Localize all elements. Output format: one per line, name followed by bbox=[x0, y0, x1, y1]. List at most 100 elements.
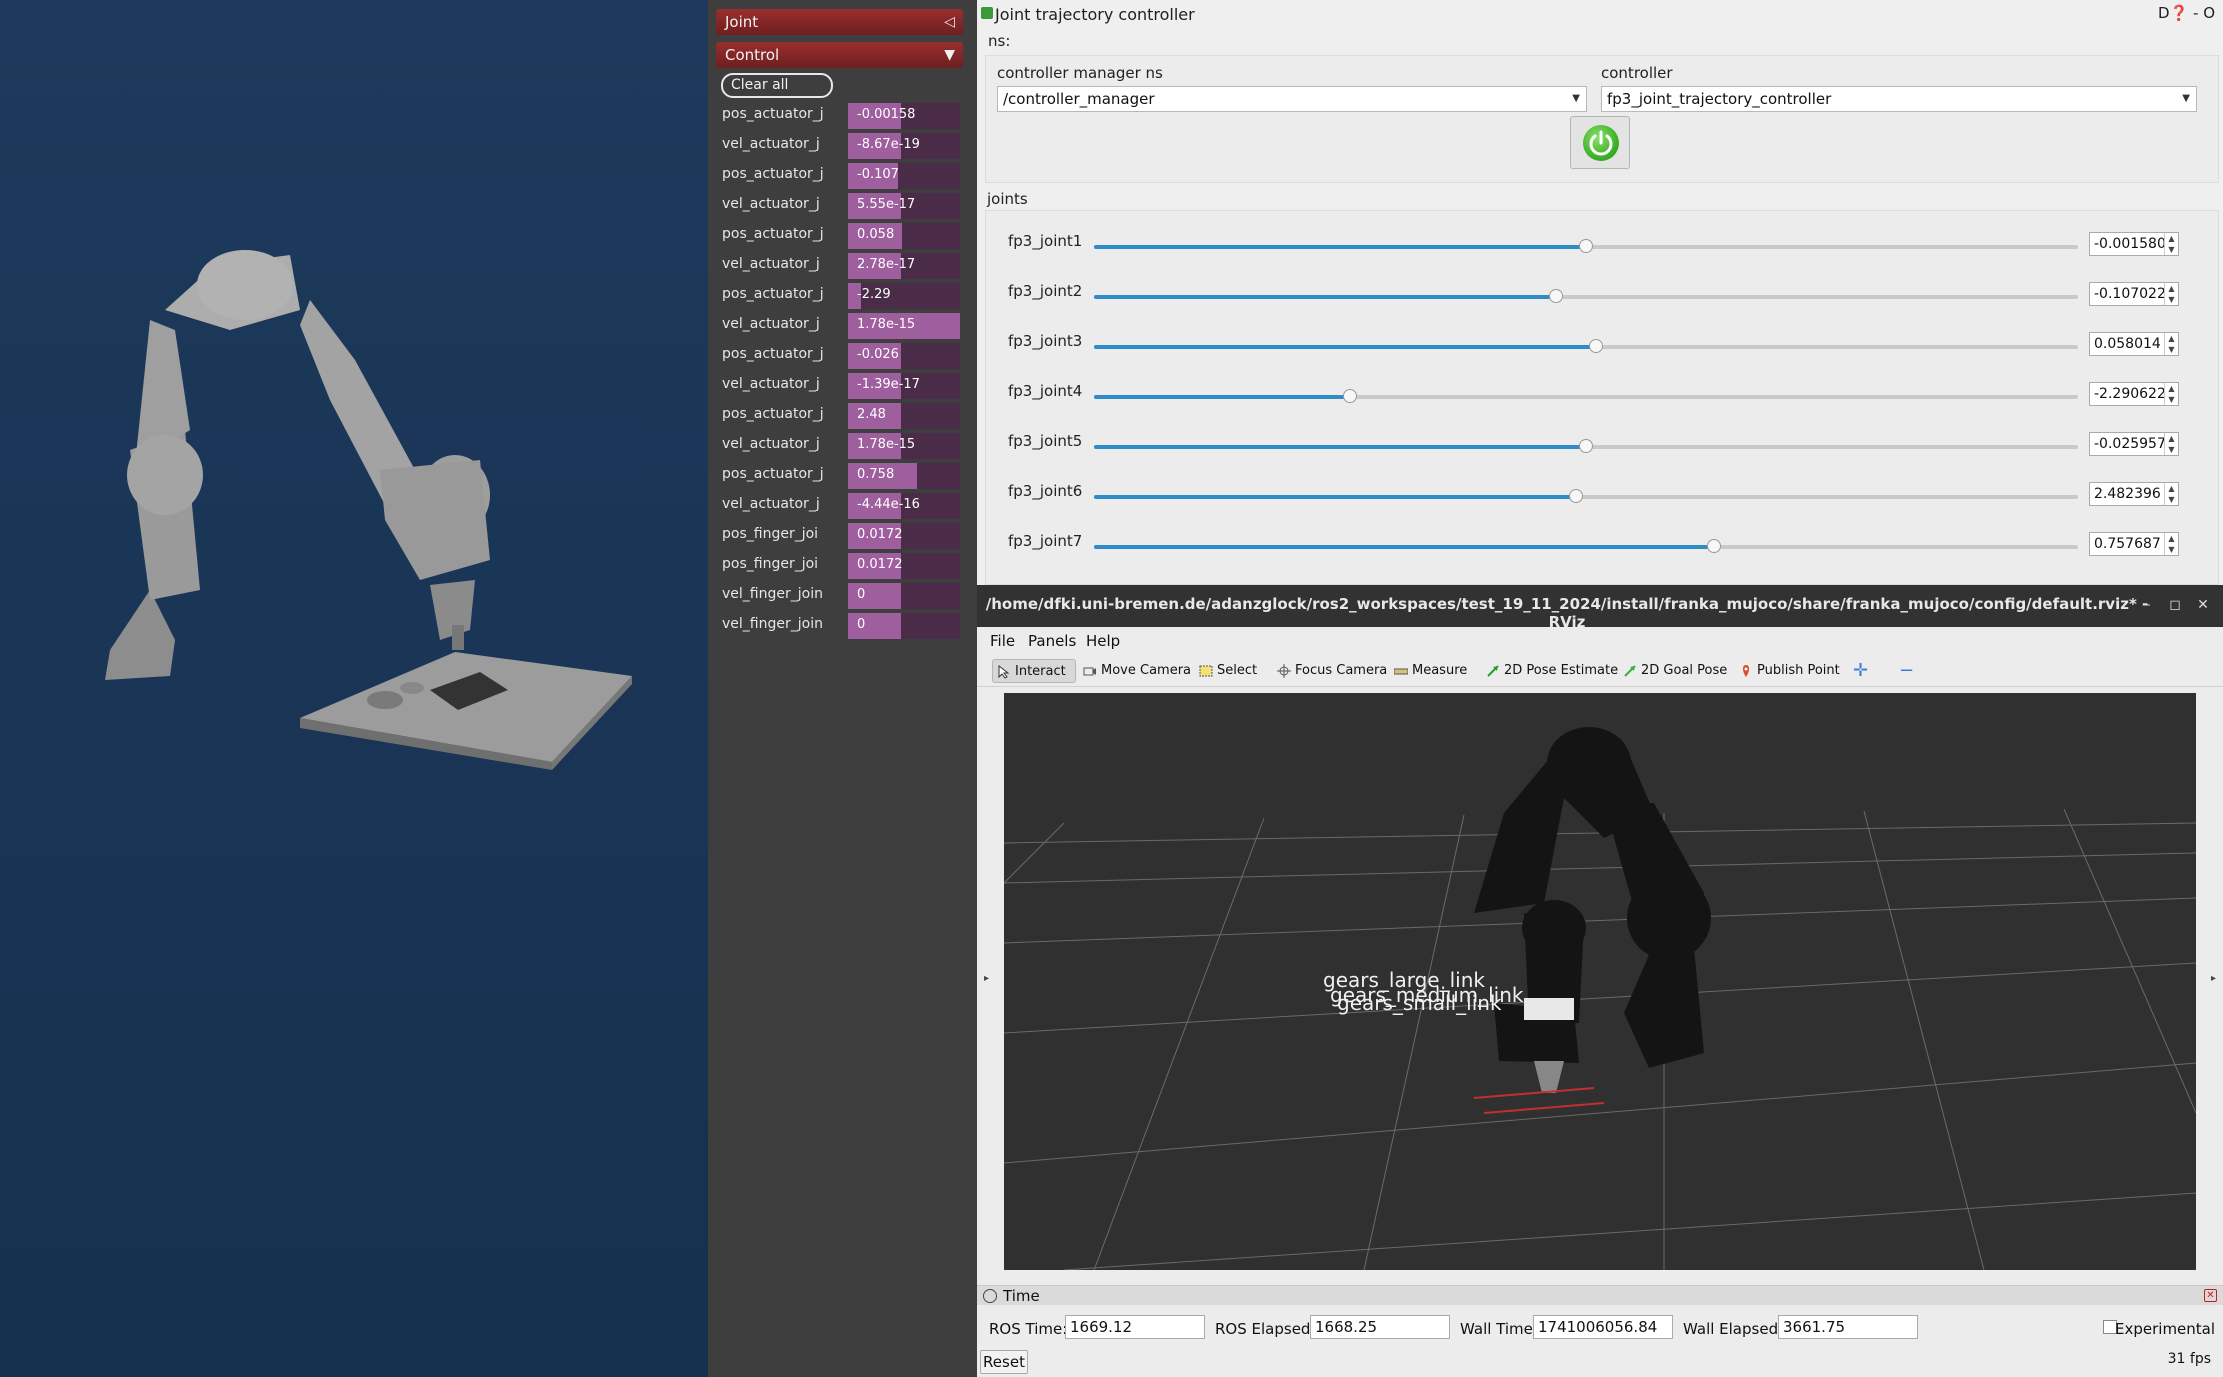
joint-slider-handle[interactable] bbox=[1579, 439, 1593, 453]
control-slider[interactable]: 0 bbox=[848, 613, 960, 639]
joint-slider-handle[interactable] bbox=[1549, 289, 1564, 303]
control-slider[interactable]: -0.00158 bbox=[848, 103, 960, 129]
ros-time-field[interactable]: 1669.12 bbox=[1065, 1315, 1205, 1339]
joint-slider[interactable] bbox=[1094, 339, 2078, 353]
joint-value: 0.757687 bbox=[2094, 536, 2161, 552]
control-row[interactable]: vel_actuator_j 2.78e-17 bbox=[716, 253, 963, 279]
mujoco-viewport[interactable] bbox=[0, 0, 708, 1377]
joint-slider-handle[interactable] bbox=[1706, 539, 1721, 553]
joint-section-header[interactable]: Joint ◁ bbox=[716, 9, 963, 35]
controller-select[interactable]: fp3_joint_trajectory_controller ▼ bbox=[1601, 86, 2197, 112]
spin-arrows-icon[interactable]: ▲ ▼ bbox=[2164, 383, 2178, 405]
controller-manager-select[interactable]: /controller_manager ▼ bbox=[997, 86, 1587, 112]
joint-slider-handle[interactable] bbox=[1579, 239, 1593, 253]
control-row[interactable]: pos_finger_joi 0.0172 bbox=[716, 523, 963, 549]
close-icon[interactable]: ✕ bbox=[2191, 593, 2215, 617]
spin-arrows-icon[interactable]: ▲ ▼ bbox=[2164, 483, 2178, 505]
spin-arrows-icon[interactable]: ▲ ▼ bbox=[2164, 433, 2178, 455]
tool-select[interactable]: Select bbox=[1195, 659, 1257, 683]
tool-2d-goal-pose[interactable]: 2D Goal Pose bbox=[1619, 659, 1727, 683]
add-tool-icon[interactable]: ✛ bbox=[1853, 659, 1873, 683]
tool-2d-pose-estimate[interactable]: 2D Pose Estimate bbox=[1482, 659, 1618, 683]
reset-button[interactable]: Reset bbox=[980, 1350, 1028, 1374]
spin-arrows-icon[interactable]: ▲ ▼ bbox=[2164, 233, 2178, 255]
joint-value-spinbox[interactable]: 0.058014 ▲ ▼ bbox=[2089, 332, 2179, 356]
spin-arrows-icon[interactable]: ▲ ▼ bbox=[2164, 283, 2178, 305]
joint-value-spinbox[interactable]: -0.001580 ▲ ▼ bbox=[2089, 232, 2179, 256]
control-row[interactable]: vel_actuator_j 1.78e-15 bbox=[716, 433, 963, 459]
rviz-titlebar[interactable]: /home/dfki.uni-bremen.de/adanzglock/ros2… bbox=[977, 585, 2223, 631]
joint-name: fp3_joint7 bbox=[1008, 532, 1083, 550]
ros-elapsed-field[interactable]: 1668.25 bbox=[1310, 1315, 1450, 1339]
control-slider[interactable]: -0.026 bbox=[848, 343, 960, 369]
tool-focus-camera[interactable]: Focus Camera bbox=[1273, 659, 1387, 683]
tool-move-camera[interactable]: Move Camera bbox=[1079, 659, 1191, 683]
tool-interact[interactable]: Interact bbox=[992, 659, 1076, 683]
joint-value-spinbox[interactable]: -0.025957 ▲ ▼ bbox=[2089, 432, 2179, 456]
joint-slider[interactable] bbox=[1094, 489, 2078, 503]
control-slider[interactable]: 2.48 bbox=[848, 403, 960, 429]
control-slider[interactable]: 0 bbox=[848, 583, 960, 609]
joint-slider-handle[interactable] bbox=[1342, 389, 1357, 403]
joint-slider-handle[interactable] bbox=[1588, 339, 1603, 353]
control-row[interactable]: pos_actuator_j 0.058 bbox=[716, 223, 963, 249]
control-row[interactable]: pos_actuator_j -0.00158 bbox=[716, 103, 963, 129]
joint-slider[interactable] bbox=[1094, 389, 2078, 403]
control-slider[interactable]: 1.78e-15 bbox=[848, 433, 960, 459]
joint-slider[interactable] bbox=[1094, 289, 2078, 303]
control-slider[interactable]: 5.55e-17 bbox=[848, 193, 960, 219]
control-row[interactable]: vel_actuator_j -8.67e-19 bbox=[716, 133, 963, 159]
menu-panels[interactable]: Panels bbox=[1028, 632, 1076, 650]
joint-slider[interactable] bbox=[1094, 539, 2078, 553]
control-row[interactable]: pos_finger_joi 0.0172 bbox=[716, 553, 963, 579]
control-slider[interactable]: 0.0172 bbox=[848, 523, 960, 549]
control-row[interactable]: vel_actuator_j -1.39e-17 bbox=[716, 373, 963, 399]
plugin-window-controls[interactable]: D❓ - O bbox=[2158, 4, 2215, 22]
control-slider[interactable]: -0.107 bbox=[848, 163, 960, 189]
joint-value-spinbox[interactable]: 0.757687 ▲ ▼ bbox=[2089, 532, 2179, 556]
spin-arrows-icon[interactable]: ▲ ▼ bbox=[2164, 533, 2178, 555]
control-row[interactable]: pos_actuator_j 0.758 bbox=[716, 463, 963, 489]
control-section-header[interactable]: Control ▼ bbox=[716, 42, 963, 68]
control-row[interactable]: vel_actuator_j 1.78e-15 bbox=[716, 313, 963, 339]
enable-controller-button[interactable] bbox=[1570, 116, 1630, 169]
tool-measure[interactable]: Measure bbox=[1390, 659, 1467, 683]
control-slider[interactable]: 0.058 bbox=[848, 223, 960, 249]
joint-value-spinbox[interactable]: -0.107022 ▲ ▼ bbox=[2089, 282, 2179, 306]
rviz-3d-view[interactable]: gears_large_link gears_medium_link gears… bbox=[1004, 693, 2196, 1270]
control-row[interactable]: vel_actuator_j -4.44e-16 bbox=[716, 493, 963, 519]
control-row[interactable]: vel_actuator_j 5.55e-17 bbox=[716, 193, 963, 219]
control-slider[interactable]: -4.44e-16 bbox=[848, 493, 960, 519]
control-slider[interactable]: 2.78e-17 bbox=[848, 253, 960, 279]
wall-time-field[interactable]: 1741006056.84 bbox=[1533, 1315, 1673, 1339]
control-row[interactable]: vel_finger_join 0 bbox=[716, 583, 963, 609]
control-row[interactable]: vel_finger_join 0 bbox=[716, 613, 963, 639]
wall-elapsed-field[interactable]: 3661.75 bbox=[1778, 1315, 1918, 1339]
control-row[interactable]: pos_actuator_j -2.29 bbox=[716, 283, 963, 309]
tool-publish-point[interactable]: Publish Point bbox=[1735, 659, 1840, 683]
control-slider[interactable]: -8.67e-19 bbox=[848, 133, 960, 159]
clear-all-button[interactable]: Clear all bbox=[721, 73, 833, 98]
spin-arrows-icon[interactable]: ▲ ▼ bbox=[2164, 333, 2178, 355]
control-slider[interactable]: -1.39e-17 bbox=[848, 373, 960, 399]
menu-help[interactable]: Help bbox=[1086, 632, 1120, 650]
joint-slider-handle[interactable] bbox=[1569, 489, 1584, 503]
remove-tool-icon[interactable]: − bbox=[1899, 659, 1919, 683]
joint-slider[interactable] bbox=[1094, 439, 2078, 453]
control-slider[interactable]: -2.29 bbox=[848, 283, 960, 309]
right-dock-arrow-icon[interactable]: ▸ bbox=[2211, 973, 2216, 984]
joint-value-spinbox[interactable]: 2.482396 ▲ ▼ bbox=[2089, 482, 2179, 506]
control-row[interactable]: pos_actuator_j 2.48 bbox=[716, 403, 963, 429]
control-slider[interactable]: 1.78e-15 bbox=[848, 313, 960, 339]
close-panel-icon[interactable]: ✕ bbox=[2204, 1289, 2217, 1302]
maximize-icon[interactable]: ◻ bbox=[2163, 593, 2187, 617]
control-row[interactable]: pos_actuator_j -0.107 bbox=[716, 163, 963, 189]
joint-value-spinbox[interactable]: -2.290622 ▲ ▼ bbox=[2089, 382, 2179, 406]
left-dock-arrow-icon[interactable]: ▸ bbox=[984, 973, 989, 984]
menu-file[interactable]: File bbox=[990, 632, 1015, 650]
minimize-icon[interactable]: – bbox=[2135, 593, 2159, 617]
control-slider[interactable]: 0.0172 bbox=[848, 553, 960, 579]
control-row[interactable]: pos_actuator_j -0.026 bbox=[716, 343, 963, 369]
joint-slider[interactable] bbox=[1094, 239, 2078, 253]
control-slider[interactable]: 0.758 bbox=[848, 463, 960, 489]
